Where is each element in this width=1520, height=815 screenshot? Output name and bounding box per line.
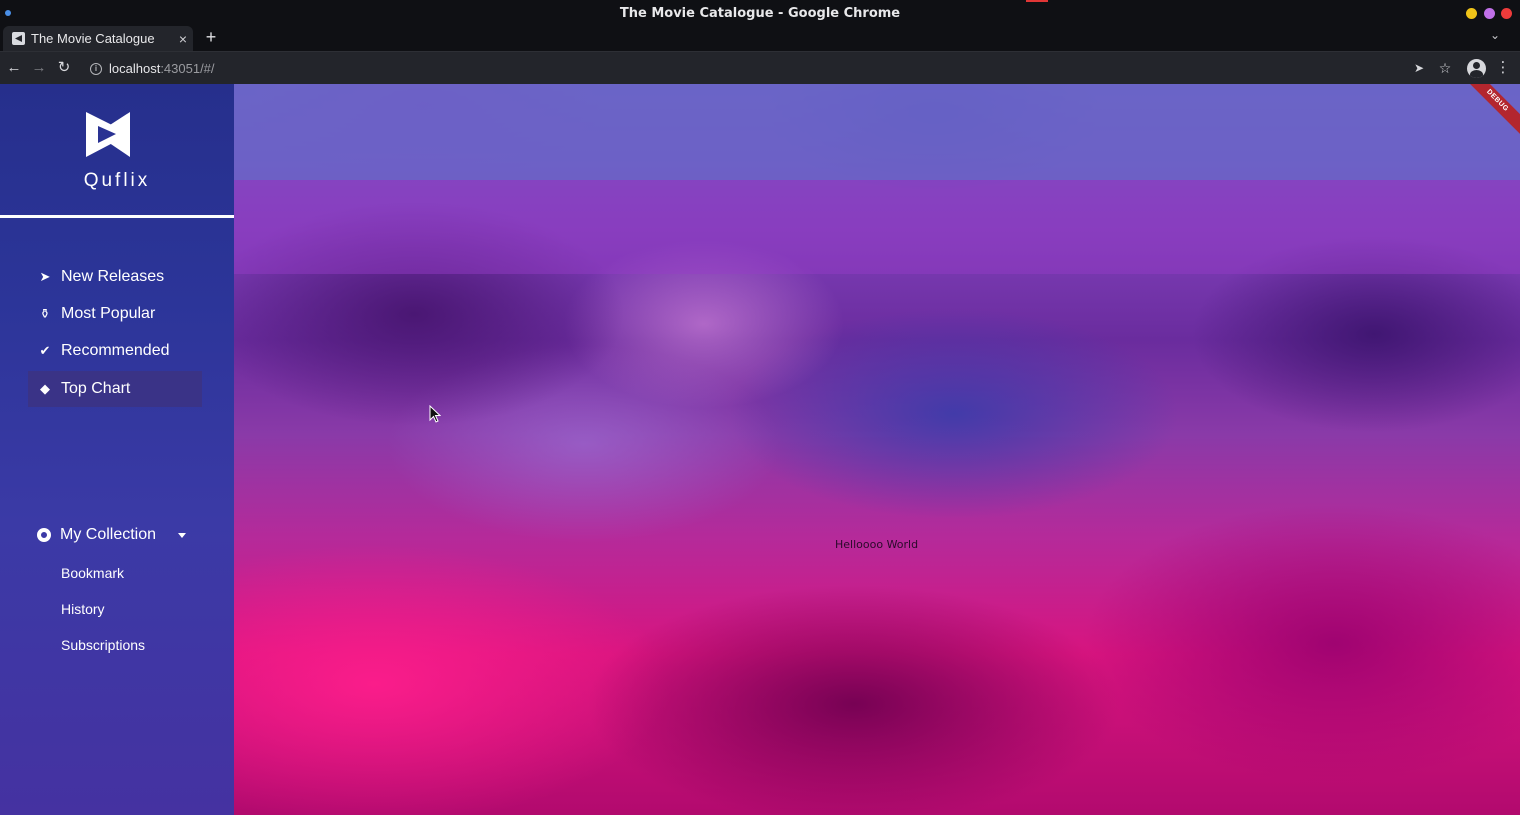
app-viewport: Quflix ➤ New Releases ⚱ Most Popular ✔ R… — [0, 84, 1520, 815]
caret-down-icon — [178, 533, 186, 538]
flutter-favicon-icon — [12, 32, 25, 45]
tab-strip: The Movie Catalogue × + ⌄ — [0, 25, 1520, 51]
collection-label: My Collection — [60, 526, 157, 543]
browser-toolbar: ← → ↻ i localhost:43051/#/ ➤ ☆ ⋮ — [0, 51, 1520, 84]
nav-item-most-popular[interactable]: ⚱ Most Popular — [28, 296, 202, 332]
main-content: Helloooo World DEBUG — [234, 84, 1520, 815]
url-path: :43051/#/ — [160, 61, 215, 76]
window-title: The Movie Catalogue - Google Chrome — [619, 6, 901, 21]
subheader-band — [234, 180, 1520, 274]
forward-arrow-icon[interactable]: → — [28, 57, 50, 79]
kebab-menu-icon[interactable]: ⋮ — [1492, 57, 1514, 79]
collection-circle-icon — [37, 528, 51, 542]
collection-item-bookmark[interactable]: Bookmark — [61, 565, 124, 581]
nav-label: Top Chart — [61, 380, 131, 397]
window-titlebar: The Movie Catalogue - Google Chrome — [0, 0, 1520, 25]
gem-icon: ◆ — [40, 381, 50, 396]
site-info-icon[interactable]: i — [90, 62, 102, 75]
bookmark-star-icon[interactable]: ☆ — [1434, 57, 1456, 79]
tab-movie-catalogue[interactable]: The Movie Catalogue × — [3, 26, 193, 51]
url-host: localhost — [109, 61, 161, 76]
title-indicator — [1026, 0, 1048, 2]
rocket-icon: ➤ — [39, 269, 51, 284]
new-tab-button[interactable]: + — [201, 27, 221, 48]
header-band — [234, 84, 1520, 180]
badge-check-icon: ✔ — [39, 343, 51, 358]
back-arrow-icon[interactable]: ← — [3, 57, 25, 79]
close-window-button[interactable] — [1501, 8, 1512, 19]
quflix-logo-icon — [86, 112, 130, 157]
send-icon[interactable]: ➤ — [1408, 57, 1430, 79]
reload-icon[interactable]: ↻ — [53, 57, 75, 79]
minimize-button[interactable] — [1466, 8, 1477, 19]
address-bar[interactable]: i localhost:43051/#/ — [84, 57, 1404, 80]
logo-area: Quflix — [0, 84, 234, 218]
nav-item-new-releases[interactable]: ➤ New Releases — [28, 259, 202, 295]
brand-name: Quflix — [83, 170, 151, 191]
content-text: Helloooo World — [835, 538, 919, 551]
my-collection-toggle[interactable]: My Collection — [28, 520, 202, 550]
tab-title: The Movie Catalogue — [31, 31, 155, 46]
profile-avatar-icon[interactable] — [1467, 59, 1486, 78]
tab-close-icon[interactable]: × — [173, 31, 193, 47]
nav-item-top-chart[interactable]: ◆ Top Chart — [28, 371, 202, 407]
sidebar-divider — [0, 215, 234, 218]
collection-item-subscriptions[interactable]: Subscriptions — [61, 637, 145, 653]
nav-item-recommended[interactable]: ✔ Recommended — [28, 333, 202, 369]
maximize-button[interactable] — [1484, 8, 1495, 19]
nav-label: New Releases — [61, 268, 165, 285]
tab-search-chevron-icon[interactable]: ⌄ — [1490, 28, 1500, 42]
sidebar: Quflix ➤ New Releases ⚱ Most Popular ✔ R… — [0, 84, 234, 815]
collection-item-history[interactable]: History — [61, 601, 105, 617]
trophy-icon: ⚱ — [39, 306, 51, 321]
nav-label: Most Popular — [61, 305, 156, 322]
nav-label: Recommended — [61, 342, 170, 359]
